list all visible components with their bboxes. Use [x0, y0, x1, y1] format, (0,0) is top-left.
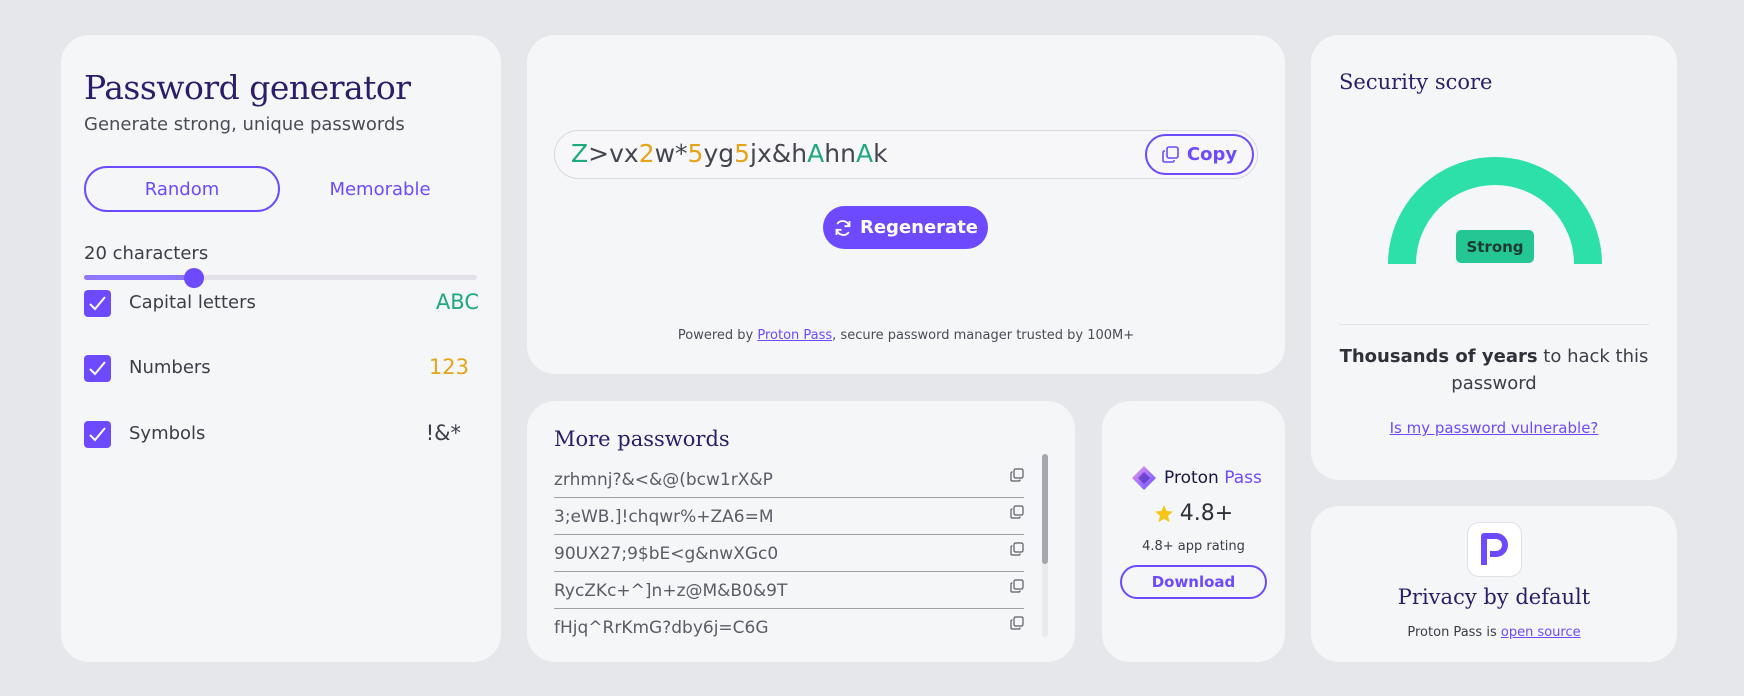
length-slider[interactable]: [84, 268, 477, 288]
memorable-mode-button[interactable]: Memorable: [282, 166, 478, 212]
open-source-text: Proton Pass is open source: [1311, 625, 1677, 640]
list-item[interactable]: 90UX27;9$bE<g&nwXGc0: [554, 540, 1024, 572]
rating-value: 4.8+: [1179, 501, 1234, 526]
copy-button[interactable]: Copy: [1145, 134, 1254, 175]
copy-icon: [1162, 146, 1179, 163]
copy-icon[interactable]: [1010, 616, 1024, 630]
list-item[interactable]: zrhmnj?&<&@(bcw1rX&P: [554, 466, 1024, 498]
regenerate-label: Regenerate: [859, 217, 979, 238]
list-item[interactable]: RycZKc+^]n+z@M&B0&9T: [554, 577, 1024, 609]
list-scrollbar-thumb[interactable]: [1042, 454, 1048, 564]
divider: [1339, 324, 1649, 325]
random-mode-button[interactable]: Random: [84, 166, 280, 212]
more-passwords-title: More passwords: [554, 427, 730, 451]
copy-icon[interactable]: [1010, 468, 1024, 482]
brand-name: Proton Pass: [1164, 468, 1262, 488]
proton-pass-logo-icon: [1132, 466, 1156, 490]
alt-password[interactable]: 90UX27;9$bE<g&nwXGc0: [554, 544, 778, 564]
copy-icon[interactable]: [1010, 579, 1024, 593]
refresh-icon: [835, 219, 851, 236]
more-passwords-list: zrhmnj?&<&@(bcw1rX&P 3;eWB.]!chqwr%+ZA6=…: [554, 466, 1052, 651]
list-item[interactable]: 3;eWB.]!chqwr%+ZA6=M: [554, 503, 1024, 535]
rating-label: 4.8+ app rating: [1142, 539, 1245, 554]
generated-password-card: Z>vx2w*5yg5jx&hAhnAk Copy Regenerate Pow…: [527, 35, 1285, 374]
check-icon: [89, 361, 106, 376]
privacy-title: Privacy by default: [1397, 585, 1591, 609]
open-source-link[interactable]: open source: [1501, 625, 1581, 640]
symbols-checkbox[interactable]: [84, 421, 111, 448]
list-item[interactable]: fHjq^RrKmG?dby6j=C6G: [554, 614, 1024, 646]
check-icon: [89, 427, 106, 442]
powered-by-text: Powered by Proton Pass, secure password …: [527, 328, 1285, 343]
option-capital-letters[interactable]: Capital letters ABC: [84, 290, 479, 320]
proton-pass-p-icon: [1480, 532, 1508, 565]
regenerate-button[interactable]: Regenerate: [823, 206, 988, 249]
length-slider-fill: [84, 275, 195, 280]
oss-prefix: Proton Pass is: [1407, 625, 1501, 640]
length-label: 20 characters: [84, 243, 209, 264]
alt-password[interactable]: zrhmnj?&<&@(bcw1rX&P: [554, 470, 773, 490]
security-score-title: Security score: [1339, 70, 1493, 94]
brand-suffix: Pass: [1224, 468, 1262, 488]
password-generator-card: Password generator Generate strong, uniq…: [61, 35, 501, 662]
numbers-checkbox[interactable]: [84, 355, 111, 382]
proton-pass-link[interactable]: Proton Pass: [757, 328, 832, 343]
option-numbers[interactable]: Numbers 123: [84, 355, 479, 385]
time-to-hack-value: Thousands of years: [1339, 346, 1538, 367]
generator-title: Password generator: [84, 68, 411, 107]
alt-password[interactable]: 3;eWB.]!chqwr%+ZA6=M: [554, 507, 774, 527]
numbers-label: Numbers: [129, 357, 211, 378]
more-passwords-card: More passwords zrhmnj?&<&@(bcw1rX&P 3;eW…: [527, 401, 1075, 662]
check-icon: [89, 296, 106, 311]
option-symbols[interactable]: Symbols !&*: [84, 421, 479, 451]
proton-pass-app-icon: [1467, 522, 1522, 577]
password-field[interactable]: Z>vx2w*5yg5jx&hAhnAk Copy: [554, 130, 1258, 179]
length-slider-thumb[interactable]: [184, 268, 205, 288]
alt-password[interactable]: fHjq^RrKmG?dby6j=C6G: [554, 618, 769, 638]
strength-badge: Strong: [1456, 230, 1534, 263]
copy-label: Copy: [1186, 144, 1238, 165]
vulnerable-link[interactable]: Is my password vulnerable?: [1311, 419, 1677, 437]
time-to-hack-text: Thousands of years to hack this password: [1339, 343, 1649, 397]
list-scrollbar[interactable]: [1042, 454, 1048, 637]
powered-suffix: , secure password manager trusted by 100…: [832, 328, 1135, 343]
rating-score: 4.8+: [1102, 501, 1285, 526]
generator-subtitle: Generate strong, unique passwords: [84, 114, 405, 135]
proton-pass-logo: Proton Pass: [1130, 464, 1262, 492]
capital-letters-label: Capital letters: [129, 292, 256, 313]
brand-prefix: Proton: [1164, 468, 1225, 488]
capital-letters-checkbox[interactable]: [84, 290, 111, 317]
copy-icon[interactable]: [1010, 542, 1024, 556]
password-value[interactable]: Z>vx2w*5yg5jx&hAhnAk: [571, 139, 888, 168]
download-button[interactable]: Download: [1120, 565, 1267, 599]
symbols-label: Symbols: [129, 423, 206, 444]
symbols-sample: !&*: [425, 421, 461, 445]
capital-letters-sample: ABC: [435, 290, 479, 314]
powered-prefix: Powered by: [677, 328, 758, 343]
star-icon: [1154, 504, 1173, 522]
privacy-card: Privacy by default Proton Pass is open s…: [1311, 506, 1677, 662]
alt-password[interactable]: RycZKc+^]n+z@M&B0&9T: [554, 581, 787, 601]
security-score-card: Security score Strong Thousands of years…: [1311, 35, 1677, 480]
numbers-sample: 123: [428, 355, 469, 379]
app-rating-card: Proton Pass 4.8+ 4.8+ app rating Downloa…: [1102, 401, 1285, 662]
copy-icon[interactable]: [1010, 505, 1024, 519]
